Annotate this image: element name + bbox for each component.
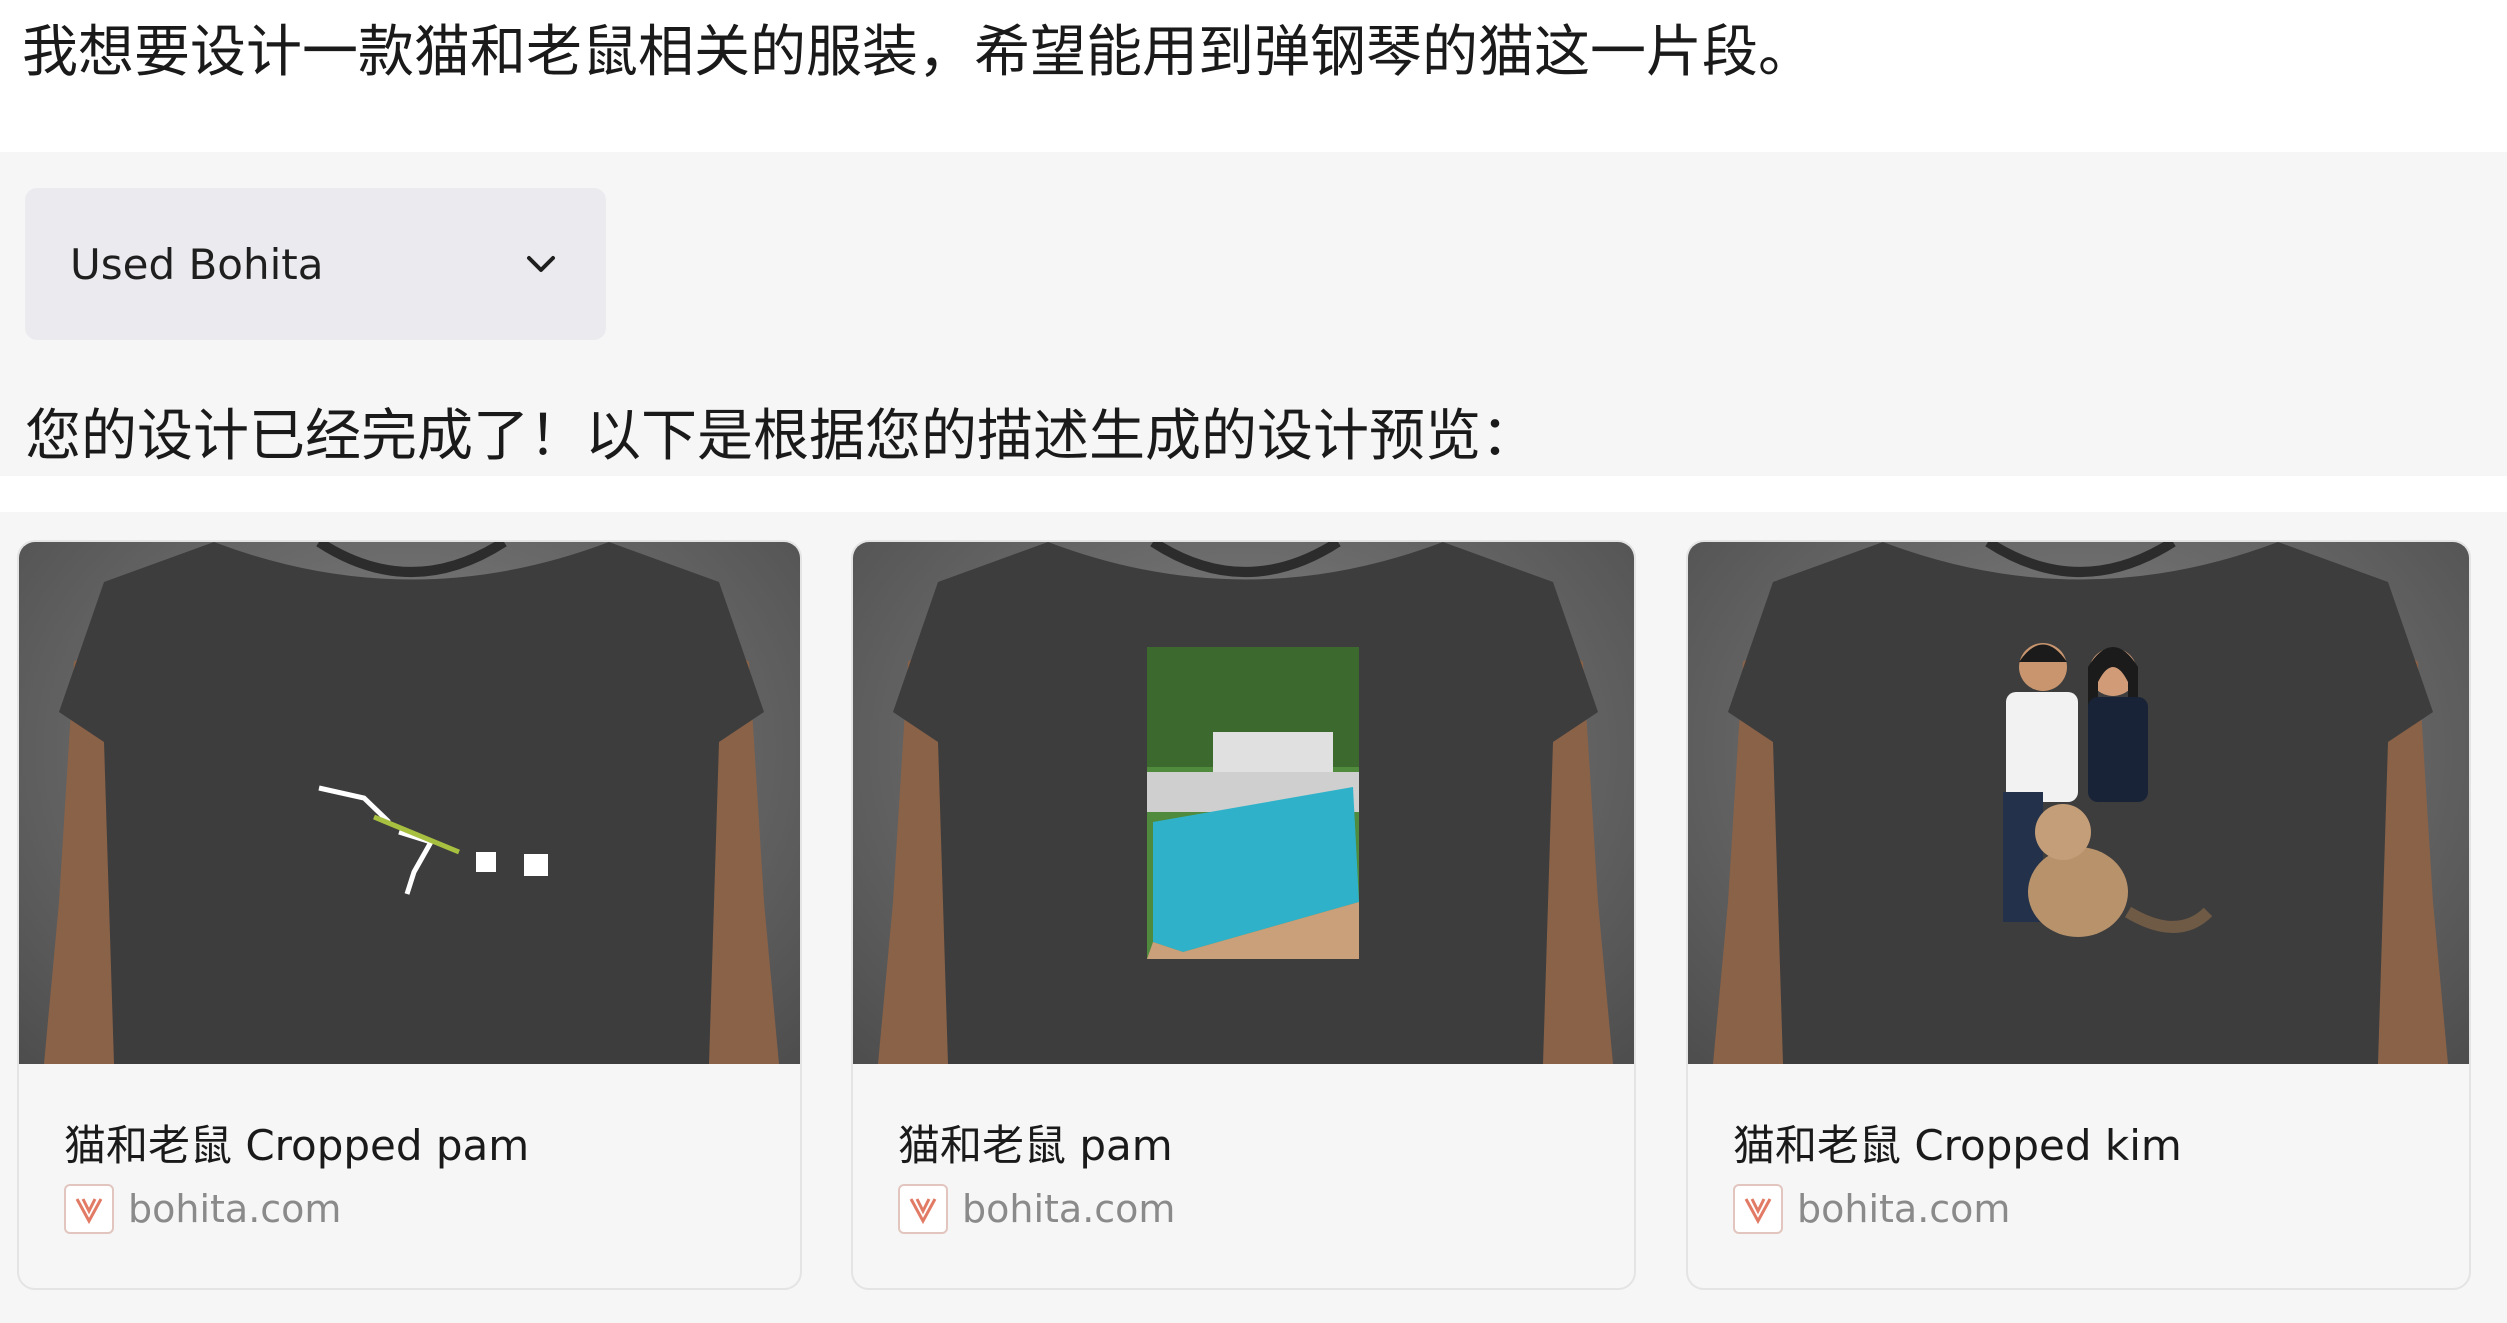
tool-used-toggle[interactable]: Used Bohita [25,188,606,340]
source-domain: bohita.com [962,1187,1176,1231]
source-domain: bohita.com [1797,1187,2011,1231]
card-source[interactable]: bohita.com [1733,1184,2010,1234]
design-card[interactable]: 猫和老鼠 pam bohita.com [851,540,1636,1290]
chevron-down-icon [521,244,561,284]
card-title: 猫和老鼠 pam [898,1121,1173,1170]
card-source[interactable]: bohita.com [898,1184,1175,1234]
tshirt-with-cropped-cat-print [19,542,800,1064]
source-domain: bohita.com [128,1187,342,1231]
card-title: 猫和老鼠 Cropped kim [1733,1121,2182,1170]
bohita-logo-icon [1733,1184,1783,1234]
assistant-message: 您的设计已经完成了！以下是根据您的描述生成的设计预览： [25,404,1537,469]
tshirt-with-pool-photo-print [853,542,1634,1064]
tool-used-label: Used Bohita [70,239,324,289]
design-card[interactable]: 猫和老鼠 Cropped kim bohita.com [1686,540,2471,1290]
user-message: 我想要设计一款猫和老鼠相关的服装，希望能用到弹钢琴的猫这一片段。 [22,20,1814,85]
card-source[interactable]: bohita.com [64,1184,341,1234]
bohita-logo-icon [64,1184,114,1234]
tshirt-with-couple-and-cat-print [1688,542,2469,1064]
design-card[interactable]: 猫和老鼠 Cropped pam bohita.com [17,540,802,1290]
card-title: 猫和老鼠 Cropped pam [64,1121,530,1170]
bohita-logo-icon [898,1184,948,1234]
